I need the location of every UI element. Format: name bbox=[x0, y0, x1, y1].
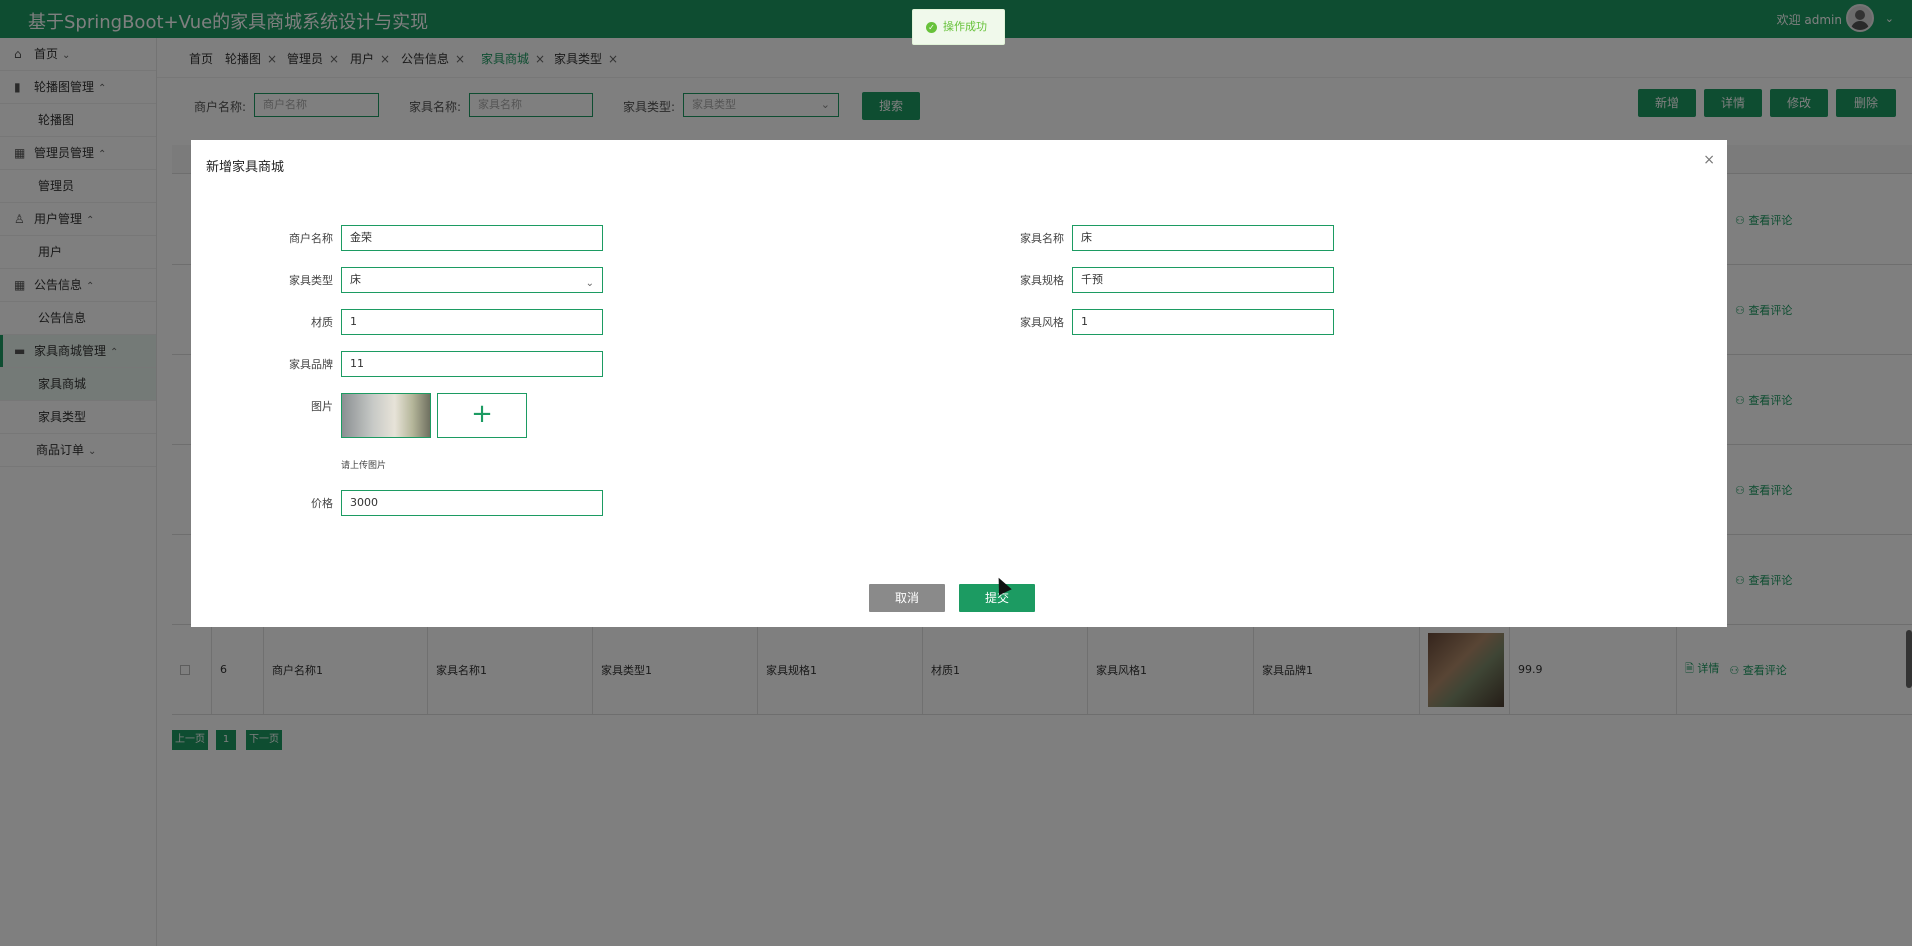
price-field[interactable]: 3000 bbox=[341, 490, 603, 516]
name-field[interactable]: 床 bbox=[1072, 225, 1334, 251]
brand-label: 家具品牌 bbox=[289, 358, 333, 371]
merchant-field[interactable]: 金荣 bbox=[341, 225, 603, 251]
style-field[interactable]: 1 bbox=[1072, 309, 1334, 335]
material-label: 材质 bbox=[311, 316, 333, 329]
check-circle-icon: ✓ bbox=[926, 22, 937, 33]
close-icon[interactable]: × bbox=[1703, 152, 1715, 168]
brand-field[interactable]: 11 bbox=[341, 351, 603, 377]
spec-label: 家具规格 bbox=[1020, 274, 1064, 287]
chevron-down-icon: ⌄ bbox=[585, 278, 594, 289]
name-label: 家具名称 bbox=[1020, 232, 1064, 245]
type-label: 家具类型 bbox=[289, 274, 333, 287]
material-field[interactable]: 1 bbox=[341, 309, 603, 335]
scrollbar[interactable] bbox=[1906, 630, 1912, 688]
plus-icon: + bbox=[471, 399, 493, 429]
type-select[interactable]: 床 ⌄ bbox=[341, 267, 603, 293]
success-toast: ✓ 操作成功 bbox=[912, 9, 1005, 45]
style-label: 家具风格 bbox=[1020, 316, 1064, 329]
price-label: 价格 bbox=[311, 497, 333, 510]
spec-field[interactable]: 千预 bbox=[1072, 267, 1334, 293]
cancel-button[interactable]: 取消 bbox=[869, 584, 945, 612]
upload-tip: 请上传图片 bbox=[341, 461, 387, 471]
image-label: 图片 bbox=[311, 400, 333, 413]
dialog-title: 新增家具商城 bbox=[206, 160, 285, 175]
add-furniture-dialog: 新增家具商城 × 商户名称 金荣 家具名称 床 家具类型 床 ⌄ 家具规格 千预 … bbox=[191, 140, 1727, 627]
uploaded-image[interactable] bbox=[341, 393, 431, 438]
upload-add-button[interactable]: + bbox=[437, 393, 527, 438]
merchant-label: 商户名称 bbox=[289, 232, 333, 245]
